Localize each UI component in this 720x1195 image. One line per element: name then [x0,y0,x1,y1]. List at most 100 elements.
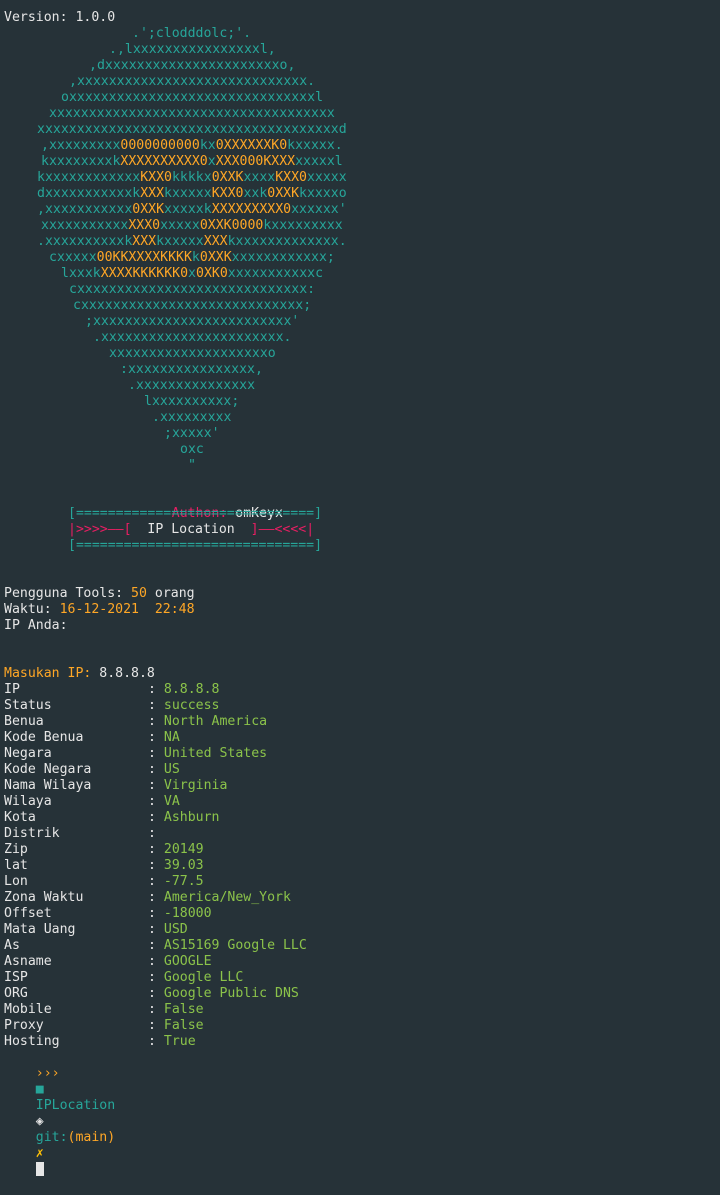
result-value: VA [163,794,180,809]
current-dir: IPLocation [35,1098,116,1113]
result-separator: : [148,698,164,713]
banner-bottom-border: [==============================] [68,538,323,553]
ascii-art-line: kxxxxxxxxkXXXXXXXXXX0xXXX000KXXXxxxxxl [41,154,343,169]
result-separator: : [148,986,164,1001]
ascii-art-line: .xxxxxxxxx [152,410,232,425]
result-separator: : [148,1034,164,1049]
result-row: Asname: GOOGLE [4,954,212,970]
input-prompt-line: Masukan IP: 8.8.8.8 [4,666,155,682]
ascii-art-line: xxxxxxxxxxxxxxxxxxxxxxxxxxxxxxxxxxxx [49,106,335,121]
result-separator: : [148,938,164,953]
result-row: ISP: Google LLC [4,970,243,986]
result-separator: : [148,970,164,985]
result-key: As [4,938,20,953]
result-separator: : [148,874,164,889]
banner-right-arrows: ]——<<<<| [250,522,315,537]
result-key: lat [4,858,28,873]
result-separator: : [148,746,164,761]
result-key: Kota [4,810,36,825]
banner-top-border: [==============================] [68,506,323,521]
result-row: Lon: -77.5 [4,874,204,890]
result-value: False [163,1018,204,1033]
result-value: GOOGLE [163,954,212,969]
ascii-art-line: cxxxxxxxxxxxxxxxxxxxxxxxxxxxxx: [69,282,316,297]
result-value: 20149 [163,842,204,857]
result-separator: : [148,714,164,729]
ascii-art-line: ;xxxxxxxxxxxxxxxxxxxxxxxxx' [85,314,300,329]
result-value: United States [163,746,268,761]
result-separator: : [148,922,164,937]
ascii-art-line: kxxxxxxxxxxxxKXX0kkkkx0XXKxxxxKXX0xxxxx [37,170,347,185]
input-prompt-value: 8.8.8.8 [99,666,155,681]
result-separator: : [148,826,164,841]
result-key: Kode Negara [4,762,92,777]
result-row: lat: 39.03 [4,858,204,874]
result-separator: : [148,810,164,825]
result-row: Wilaya: VA [4,794,180,810]
result-value: America/New_York [163,890,291,905]
result-row: ORG: Google Public DNS [4,986,299,1002]
result-row: Benua: North America [4,714,267,730]
time-line: Waktu: 16-12-2021 22:48 [4,602,195,618]
result-separator: : [148,1018,164,1033]
git-branch: (main) [67,1130,116,1145]
prompt-arrows: ››› [35,1066,60,1081]
result-key: Lon [4,874,28,889]
result-separator: : [148,890,164,905]
ascii-art-line: dxxxxxxxxxxxkXXXkxxxxxKXX0xxk0XXKkxxxxo [37,186,347,201]
ascii-art-line: oxc [180,442,204,457]
ascii-art-line: .xxxxxxxxxxxxxxxxxxxxxxx. [93,330,292,345]
ascii-art-line: xxxxxxxxxxxxxxxxxxxxxxxxxxxxxxxxxxxxxxd [37,122,347,137]
result-key: Distrik [4,826,60,841]
author-line: Authon: omKeyx [140,490,283,521]
ascii-art-line: .,lxxxxxxxxxxxxxxxxl, [109,42,276,57]
result-separator: : [148,906,164,921]
ascii-art-line: ,xxxxxxxxxxx0XXKxxxxxkXXXXXXXXX0xxxxxx' [37,202,347,217]
text-cursor[interactable] [35,1162,44,1176]
result-value: False [163,1002,204,1017]
result-row: Status: success [4,698,219,714]
result-value: Ashburn [163,810,220,825]
ascii-art-line: cxxxxxxxxxxxxxxxxxxxxxxxxxxxx; [73,298,312,313]
result-row: Negara: United States [4,746,267,762]
users-unit: orang [154,586,195,601]
result-value: 8.8.8.8 [163,682,220,697]
time-value: 16-12-2021 22:48 [59,602,195,617]
result-separator: : [148,778,164,793]
result-key: Negara [4,746,52,761]
result-row: Offset: -18000 [4,906,212,922]
dirty-mark: ✗ [35,1146,44,1161]
result-separator: : [148,954,164,969]
result-value: success [163,698,220,713]
result-row: Nama Wilaya: Virginia [4,778,227,794]
users-count: 50 [131,586,147,601]
result-row: Proxy: False [4,1018,204,1034]
terminal-window[interactable]: Version: 1.0.0 .';clodddolc;'. .,lxxxxxxx… [0,0,720,1176]
ip-anda-label: IP Anda: [4,618,68,633]
version-line: Version: 1.0.0 [4,10,116,25]
shell-prompt-line[interactable]: ››› ■ IPLocation ◈ git:(main) ✗ [4,1050,115,1176]
result-key: Kode Benua [4,730,84,745]
result-key: IP [4,682,20,697]
banner-left-arrows: |>>>>——[ [68,522,132,537]
result-key: Benua [4,714,44,729]
result-key: Zip [4,842,28,857]
git-icon: ◈ [35,1114,44,1129]
folder-icon: ■ [35,1082,44,1097]
ascii-art-line: :xxxxxxxxxxxxxxxx, [120,362,263,377]
result-value: USD [163,922,188,937]
result-value: North America [163,714,268,729]
result-key: Wilaya [4,794,52,809]
ascii-art-line: xxxxxxxxxxxxxxxxxxxxo [109,346,276,361]
ascii-art-line: lxxxxxxxxxx; [144,394,240,409]
ascii-art-line: cxxxxx00KKXXXXKKKKk0XXKxxxxxxxxxxxx; [49,250,335,265]
result-key: Nama Wilaya [4,778,92,793]
result-separator: : [148,858,164,873]
time-label: Waktu: [4,602,52,617]
input-prompt-label: Masukan IP: [4,666,92,681]
result-value: -77.5 [163,874,204,889]
ascii-art-line: " [188,458,196,473]
users-line: Pengguna Tools: 50 orang [4,586,195,602]
result-separator: : [148,794,164,809]
result-value: Virginia [163,778,228,793]
